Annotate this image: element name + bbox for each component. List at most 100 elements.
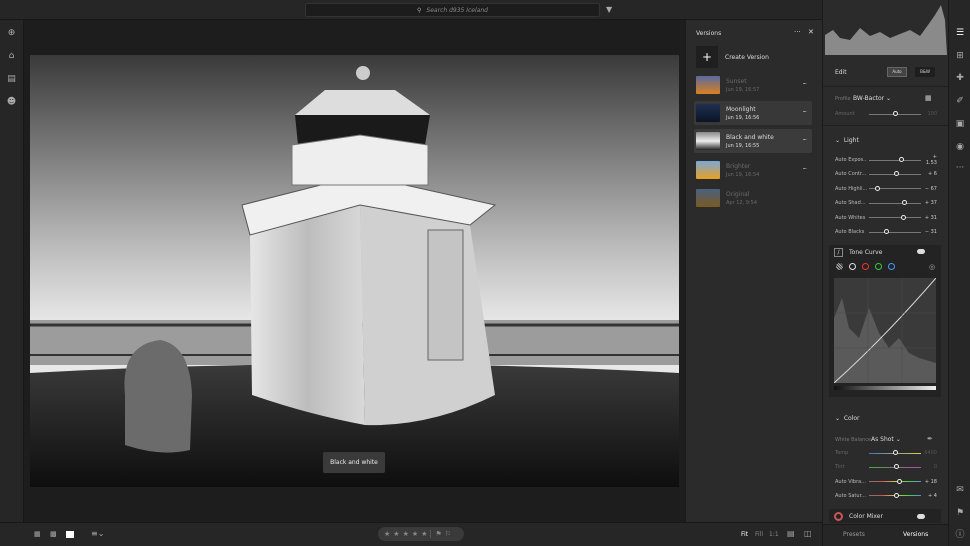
eyedropper-icon[interactable]: ✒	[927, 435, 933, 443]
slider-row[interactable]: Auto Vibra... + 18	[835, 478, 937, 486]
people-icon[interactable]: ☻	[6, 97, 17, 108]
tab-versions[interactable]: Versions	[903, 531, 928, 538]
slider-knob[interactable]	[900, 214, 906, 220]
zoom-fit-button[interactable]: Fit	[741, 531, 748, 538]
slider-row[interactable]: Auto Whites + 31	[835, 214, 937, 222]
target-icon[interactable]: ◎	[929, 263, 935, 271]
blue-channel-icon[interactable]	[888, 263, 895, 270]
version-item[interactable]: Black and white Jun 19, 16:55 ···	[694, 129, 812, 153]
version-item[interactable]: Brighter Jun 19, 16:54 ···	[694, 158, 812, 182]
slider-row[interactable]: Tint 0	[835, 463, 937, 471]
slider-track[interactable]	[869, 229, 921, 234]
slider-knob[interactable]	[892, 111, 898, 116]
color-section-header[interactable]: ⌄ Color	[835, 415, 860, 422]
edit-sliders-icon[interactable]: ☰	[954, 27, 966, 39]
slider-knob[interactable]	[897, 478, 903, 484]
flag-icon[interactable]: ⚑	[430, 530, 442, 538]
compare-icon[interactable]: ▤	[787, 529, 795, 538]
version-item[interactable]: Sunset Jun 19, 16:57 ···	[694, 73, 812, 97]
more-icon[interactable]: ···	[802, 108, 807, 116]
slider-knob[interactable]	[894, 464, 900, 470]
slider-knob[interactable]	[892, 450, 898, 455]
color-mixer-toggle[interactable]	[917, 514, 925, 519]
tag-icon[interactable]: ⚑	[954, 507, 966, 519]
green-channel-icon[interactable]	[875, 263, 882, 270]
slider-row[interactable]: Auto Shad... + 37	[835, 199, 937, 207]
light-section-header[interactable]: ⌄ Light	[835, 137, 859, 144]
white-balance-dropdown[interactable]: As Shot ⌄	[871, 436, 901, 443]
slider-track[interactable]	[869, 111, 921, 116]
close-icon[interactable]: ✕	[808, 28, 814, 36]
versions-more-icon[interactable]: ···	[794, 28, 801, 36]
linear-gradient-icon[interactable]: ▣	[954, 118, 966, 130]
slider-knob[interactable]	[894, 171, 900, 177]
photo-lighthouse[interactable]	[30, 55, 679, 487]
slider-row[interactable]: Temp 6400	[835, 449, 937, 457]
comment-icon[interactable]: ✉	[954, 484, 966, 496]
tone-curve-graph[interactable]	[834, 278, 936, 383]
slider-track[interactable]	[869, 157, 921, 162]
slider-value: + 1.53	[925, 154, 937, 166]
brush-icon[interactable]: ✐	[954, 95, 966, 107]
square-grid-icon[interactable]: ▦	[34, 530, 41, 538]
bw-button[interactable]: B&W	[915, 67, 935, 77]
more-icon[interactable]: ···	[802, 136, 807, 144]
grid-view-icon[interactable]: ▩	[50, 530, 57, 538]
slider-row[interactable]: Auto Blacks − 31	[835, 228, 937, 236]
slider-row[interactable]: Auto Contr... + 6	[835, 170, 937, 178]
parametric-curve-icon[interactable]	[836, 263, 843, 270]
create-version-button[interactable]: +	[696, 46, 718, 68]
auto-button[interactable]: Auto	[887, 67, 907, 77]
slider-knob[interactable]	[893, 492, 899, 498]
add-icon[interactable]: ⊕	[6, 28, 17, 39]
slider-track[interactable]	[869, 171, 921, 177]
slider-track[interactable]	[869, 492, 921, 498]
slider-knob[interactable]	[902, 200, 908, 206]
slider-value: + 37	[924, 200, 937, 207]
slider-knob[interactable]	[884, 229, 890, 234]
slider-knob[interactable]	[875, 185, 881, 191]
slider-row[interactable]: Auto Expos... + 1.53	[835, 154, 937, 166]
profile-browser-icon[interactable]: ▦	[925, 94, 932, 102]
slider-knob[interactable]	[898, 157, 904, 162]
healing-icon[interactable]: ✚	[954, 72, 966, 84]
slider-track[interactable]	[869, 464, 921, 470]
slider-track[interactable]	[869, 200, 921, 206]
more-icon[interactable]: ···	[802, 80, 807, 88]
create-version-label[interactable]: Create Version	[725, 54, 769, 61]
profile-dropdown[interactable]: BW-Bactor ⌄	[853, 95, 891, 102]
slider-track[interactable]	[869, 214, 921, 220]
more-tools-icon[interactable]: ···	[954, 162, 966, 174]
curve-channel-selector[interactable]	[836, 263, 895, 270]
version-item[interactable]: Moonlight Jun 19, 16:56 ···	[694, 101, 812, 125]
detail-view-icon[interactable]	[66, 531, 74, 538]
reject-flag-icon[interactable]: ⚐	[445, 530, 451, 538]
rgb-channel-icon[interactable]	[849, 263, 856, 270]
slider-label: Auto Vibra...	[835, 478, 866, 485]
star-rating[interactable]: ★ ★ ★ ★ ★ ⚑ ⚐	[378, 527, 464, 541]
filter-icon[interactable]: ▼	[606, 5, 612, 14]
amount-slider[interactable]: Amount 100	[835, 110, 937, 118]
red-channel-icon[interactable]	[862, 263, 869, 270]
slider-track[interactable]	[869, 450, 921, 455]
split-view-icon[interactable]: ◫	[804, 529, 812, 538]
color-mixer-title: Color Mixer	[849, 513, 883, 520]
version-item[interactable]: Original Apr 12, 9:54	[694, 186, 812, 210]
crop-icon[interactable]: ⊞	[954, 50, 966, 62]
library-icon[interactable]: ▤	[6, 74, 17, 85]
more-icon[interactable]: ···	[802, 165, 807, 173]
home-icon[interactable]: ⌂	[6, 51, 17, 62]
info-icon[interactable]: ⓘ	[954, 529, 966, 541]
tone-range-slider[interactable]	[834, 386, 936, 390]
radial-gradient-icon[interactable]: ◉	[954, 141, 966, 153]
slider-row[interactable]: Auto Satur... + 4	[835, 492, 937, 500]
search-input[interactable]: ⚲ Search d935 Iceland	[305, 3, 600, 17]
zoom-1to1-button[interactable]: 1:1	[769, 531, 779, 538]
sort-icon[interactable]: ≡⌄	[91, 529, 104, 538]
slider-track[interactable]	[869, 478, 921, 484]
slider-track[interactable]	[869, 185, 921, 191]
tone-curve-toggle[interactable]	[917, 249, 925, 254]
zoom-fill-button[interactable]: Fill	[755, 531, 763, 538]
slider-row[interactable]: Auto Highli... − 67	[835, 185, 937, 193]
tab-presets[interactable]: Presets	[843, 531, 865, 538]
